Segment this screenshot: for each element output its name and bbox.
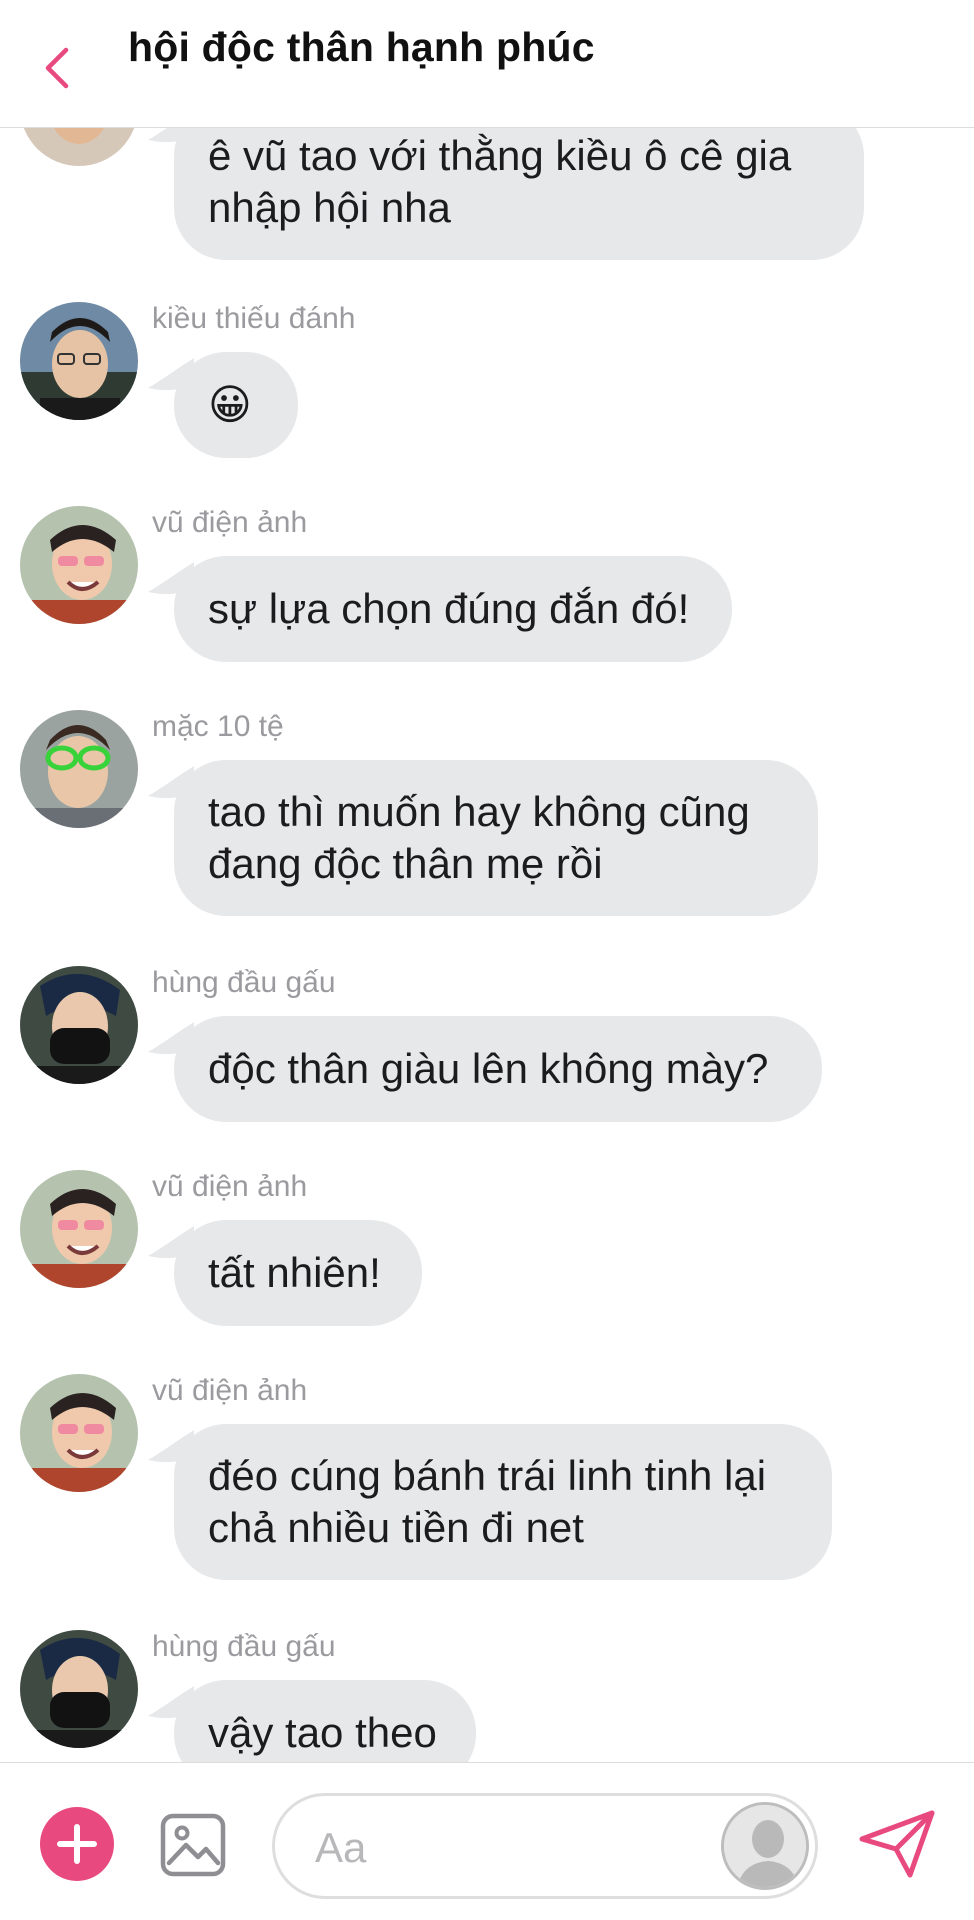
message-input-placeholder: Aa (315, 1824, 367, 1871)
chevron-left-icon (45, 47, 69, 89)
message-text: tao thì muốn hay không cũng đang độc thâ… (208, 788, 750, 887)
message-list: ê vũ tao với thằng kiều ô cê gia nhập hộ… (0, 0, 974, 1762)
message-text: tất nhiên! (208, 1249, 381, 1296)
back-button[interactable] (40, 46, 74, 90)
paper-plane-icon (859, 1810, 935, 1878)
message-input[interactable]: Aa (272, 1793, 818, 1899)
vu-dien-anh-avatar[interactable] (20, 506, 138, 624)
sender-name: hùng đầu gấu (152, 966, 336, 999)
kieu-thieu-danh-avatar[interactable] (20, 302, 138, 420)
message-bubble[interactable]: tao thì muốn hay không cũng đang độc thâ… (148, 760, 818, 916)
message-text: vậy tao theo (208, 1709, 437, 1756)
message-text: ê vũ tao với thằng kiều ô cê gia nhập hộ… (208, 132, 792, 231)
plus-icon (57, 1824, 97, 1864)
sender-name: vũ điện ảnh (152, 1374, 308, 1407)
message-bubble[interactable]: tất nhiên! (148, 1220, 422, 1326)
message-text: sự lựa chọn đúng đắn đó! (208, 585, 690, 632)
image-button[interactable] (160, 1813, 226, 1877)
mac-10-te-avatar[interactable] (20, 710, 138, 828)
sender-name: kiều thiếu đánh (152, 302, 356, 335)
message-text: đéo cúng bánh trái linh tinh lại chả nhi… (208, 1452, 767, 1551)
message-bubble[interactable]: độc thân giàu lên không mày? (148, 1016, 822, 1122)
vu-dien-anh-avatar[interactable] (20, 1170, 138, 1288)
sender-name: vũ điện ảnh (152, 506, 308, 539)
send-button[interactable] (858, 1809, 936, 1879)
add-button[interactable] (40, 1807, 114, 1881)
message-bubble[interactable]: 😀 (148, 352, 298, 458)
user-avatar[interactable] (721, 1802, 809, 1890)
person-silhouette-icon (724, 1805, 806, 1887)
hung-dau-gau-avatar[interactable] (20, 966, 138, 1084)
chat-title: hội độc thân hạnh phúc (128, 24, 595, 70)
vu-dien-anh-avatar[interactable] (20, 1374, 138, 1492)
hung-dau-gau-avatar[interactable] (20, 1630, 138, 1748)
message-text: 😀 (208, 381, 252, 428)
message-bubble[interactable]: sự lựa chọn đúng đắn đó! (148, 556, 732, 662)
message-bubble[interactable]: vậy tao theo (148, 1680, 476, 1762)
sender-name: hùng đầu gấu (152, 1630, 336, 1663)
sender-name: mặc 10 tệ (152, 710, 284, 743)
chat-header: hội độc thân hạnh phúc (0, 0, 974, 128)
message-bubble[interactable]: đéo cúng bánh trái linh tinh lại chả nhi… (148, 1424, 832, 1580)
sender-name: vũ điện ảnh (152, 1170, 308, 1203)
composer-bar: Aa (0, 1762, 974, 1920)
image-icon (160, 1813, 226, 1877)
message-text: độc thân giàu lên không mày? (208, 1045, 769, 1092)
